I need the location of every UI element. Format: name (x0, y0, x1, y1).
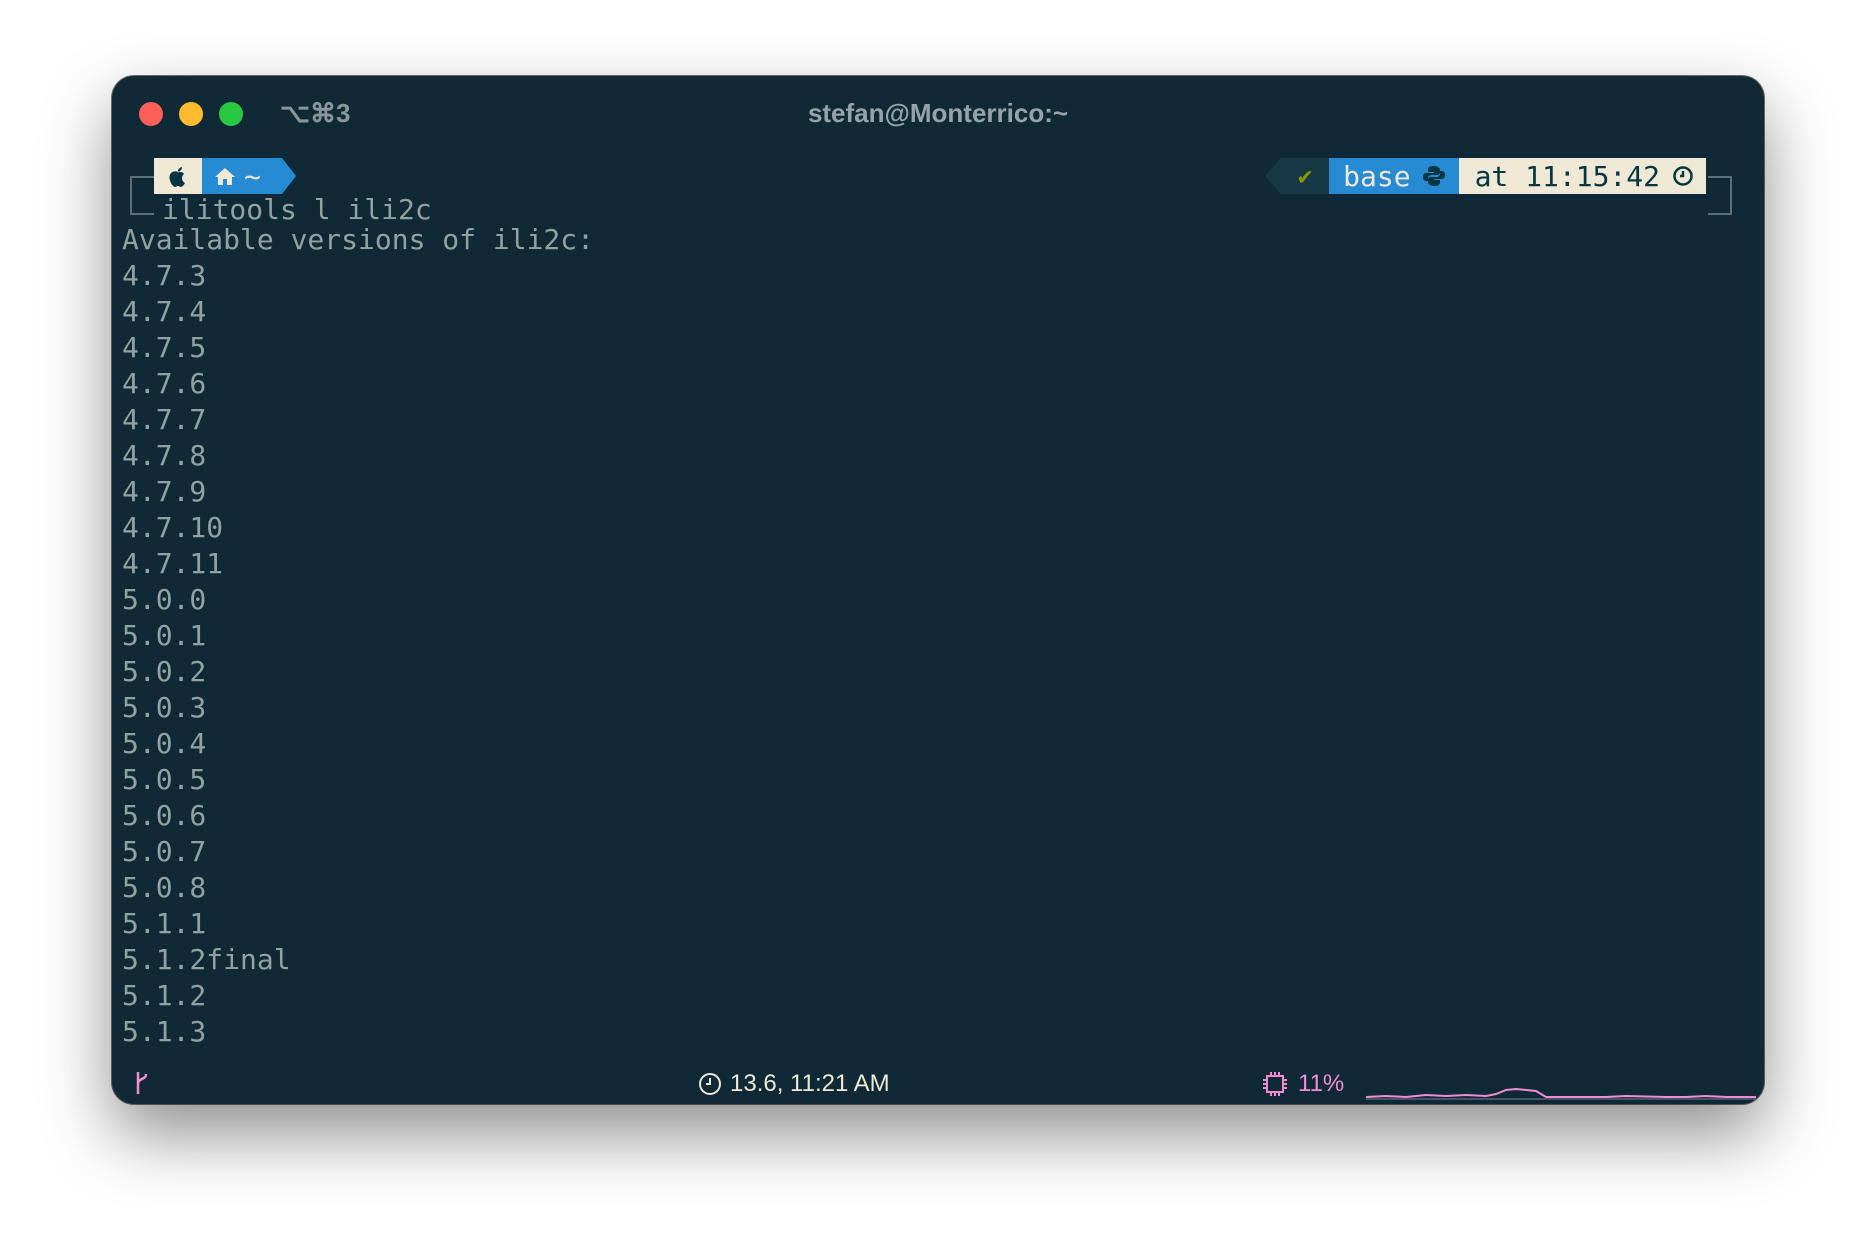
version-line: 4.7.8 (122, 439, 207, 472)
version-line: 5.0.3 (122, 691, 207, 724)
version-line: 4.7.5 (122, 331, 207, 364)
version-line: 4.7.11 (122, 547, 224, 580)
version-line: 5.0.5 (122, 763, 207, 796)
version-line: 5.0.2 (122, 655, 207, 688)
right-prompt: ✔ base at 11:15:42 (1265, 158, 1706, 194)
prompt-frame-right (1708, 176, 1732, 215)
version-line: 5.1.2final (122, 943, 291, 976)
version-line: 5.0.1 (122, 619, 207, 652)
dir-segment-arrow (282, 158, 296, 194)
version-line: 5.1.1 (122, 907, 207, 940)
env-name: base (1343, 159, 1411, 193)
cpu-sparkline (1366, 1087, 1756, 1100)
output-header: Available versions of ili2c: (122, 223, 595, 256)
terminal-window: ⌥⌘3 stefan@Monterrico:~ ~ ✔ base at 11:1… (112, 76, 1764, 1104)
status-bar: 13.6, 11:21 AM 11% (112, 1066, 1764, 1104)
version-line: 4.7.9 (122, 475, 207, 508)
right-prompt-arrow (1265, 158, 1282, 194)
terminal-content[interactable]: ~ ✔ base at 11:15:42 ilitools l ili2c Av… (112, 76, 1764, 1104)
version-line: 4.7.4 (122, 295, 207, 328)
version-line: 4.7.7 (122, 403, 207, 436)
os-segment (154, 158, 202, 194)
version-line: 4.7.3 (122, 259, 207, 292)
time-segment: at 11:15:42 (1458, 158, 1706, 194)
prompt-frame-left (130, 176, 154, 215)
datetime-text: 13.6, 11:21 AM (730, 1070, 890, 1097)
cpu-icon (1263, 1072, 1287, 1096)
version-line: 5.1.2 (122, 979, 207, 1012)
dir-segment: ~ (202, 158, 282, 194)
python-icon (1422, 166, 1445, 186)
version-line: 5.0.6 (122, 799, 207, 832)
prompt-time: at 11:15:42 (1474, 159, 1660, 193)
clock-icon (1673, 166, 1693, 186)
env-segment: base (1329, 158, 1459, 194)
version-line: 5.0.4 (122, 727, 207, 760)
clock-icon (699, 1073, 721, 1095)
version-line: 4.7.6 (122, 367, 207, 400)
version-line: 4.7.10 (122, 511, 224, 544)
home-icon (215, 168, 235, 185)
cpu-percent: 11% (1298, 1070, 1345, 1097)
version-line: 5.0.7 (122, 835, 207, 868)
cpu-status: 11% (1262, 1070, 1344, 1098)
version-line: 5.0.0 (122, 583, 207, 616)
datetime-status: 13.6, 11:21 AM (698, 1070, 890, 1098)
branch-icon (136, 1072, 148, 1094)
dir-text: ~ (244, 159, 261, 193)
apple-icon (169, 167, 185, 187)
version-line: 5.1.3 (122, 1015, 207, 1048)
version-line: 5.0.8 (122, 871, 207, 904)
check-icon: ✔ (1281, 158, 1330, 194)
